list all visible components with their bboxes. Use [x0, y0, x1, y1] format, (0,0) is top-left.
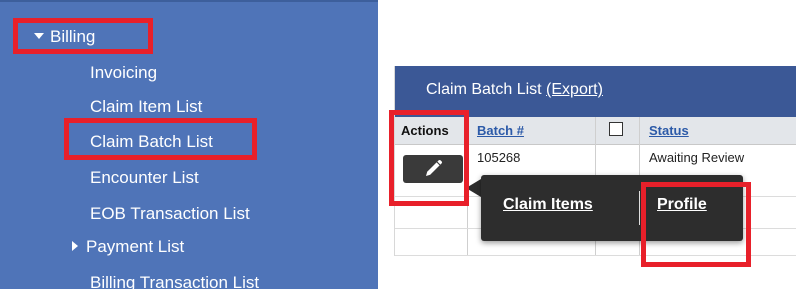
panel-title-text: Claim Batch List [426, 81, 542, 98]
table-cell-status: Awaiting Review [649, 150, 745, 165]
caret-down-icon [34, 32, 44, 39]
row-divider [395, 255, 796, 256]
sidebar-item-label: Payment List [86, 237, 185, 256]
panel-title: Claim Batch List (Export) [426, 81, 603, 99]
actions-popup-menu: Claim Items Profile [481, 175, 743, 241]
column-header-actions: Actions [401, 123, 449, 138]
sidebar-item-eob-transaction-list[interactable]: EOB Transaction List [90, 204, 250, 224]
edit-actions-button[interactable] [403, 155, 463, 183]
column-header-status[interactable]: Status [649, 123, 689, 138]
caret-right-icon [72, 240, 78, 251]
sidebar-section-billing[interactable]: Billing [34, 27, 95, 47]
sidebar-item-encounter-list[interactable]: Encounter List [90, 168, 199, 188]
sidebar-item-payment-list[interactable]: Payment List [72, 237, 184, 257]
sidebar-item-invoicing[interactable]: Invoicing [90, 63, 157, 83]
column-header-batch[interactable]: Batch # [477, 123, 524, 138]
menu-item-profile[interactable]: Profile [657, 196, 707, 214]
menu-separator [639, 191, 640, 225]
export-link[interactable]: (Export) [546, 81, 603, 98]
table-cell-batch: 105268 [477, 150, 521, 165]
select-all-checkbox[interactable] [609, 122, 623, 136]
sidebar-item-billing-transaction-list[interactable]: Billing Transaction List [90, 273, 259, 293]
panel-header: Claim Batch List (Export) [395, 66, 796, 117]
popup-pointer [466, 179, 481, 197]
sidebar-top-border [0, 0, 378, 2]
sidebar: Billing Invoicing Claim Item List Claim … [0, 0, 378, 292]
sidebar-item-claim-item-list[interactable]: Claim Item List [90, 97, 202, 117]
sidebar-item-claim-batch-list[interactable]: Claim Batch List [90, 132, 213, 152]
menu-item-claim-items[interactable]: Claim Items [503, 196, 593, 214]
sidebar-section-label: Billing [50, 27, 96, 46]
pencil-icon [426, 159, 443, 176]
